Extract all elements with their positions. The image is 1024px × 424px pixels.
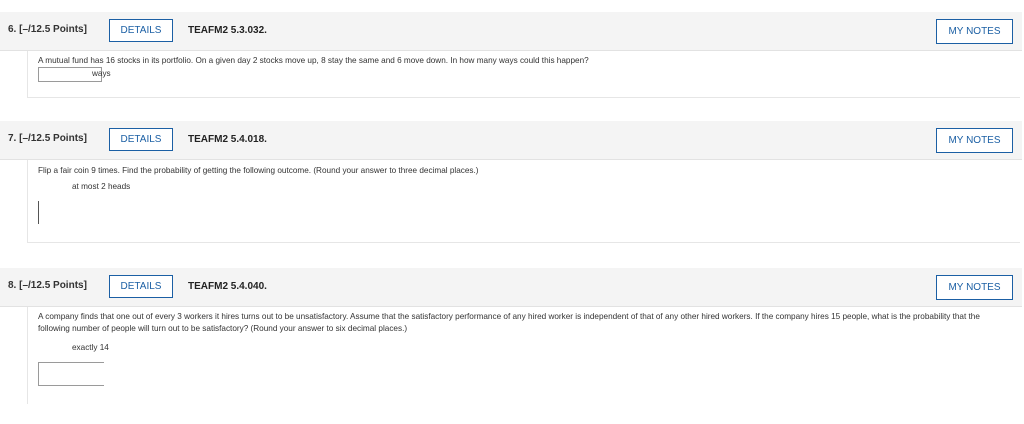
question-text: A company finds that one out of every 3 …: [38, 312, 980, 333]
question-body: A mutual fund has 16 stocks in its portf…: [27, 51, 1020, 98]
outcome-label: exactly 14: [72, 343, 109, 352]
answer-input-caret[interactable]: [38, 201, 39, 224]
question-body: Flip a fair coin 9 times. Find the proba…: [27, 160, 1020, 243]
details-button[interactable]: DETAILS: [109, 19, 173, 42]
question-code: TEAFM2 5.4.040.: [188, 281, 267, 292]
question-body: A company finds that one out of every 3 …: [27, 307, 1020, 404]
question-7: 7. [–/12.5 Points] DETAILS TEAFM2 5.4.01…: [0, 121, 1024, 243]
question-header: 8. [–/12.5 Points] DETAILS TEAFM2 5.4.04…: [0, 268, 1022, 307]
question-text: A mutual fund has 16 stocks in its portf…: [38, 56, 589, 65]
unit-label: ways: [92, 69, 111, 78]
question-8: 8. [–/12.5 Points] DETAILS TEAFM2 5.4.04…: [0, 268, 1024, 404]
question-number: 6. [–/12.5 Points]: [8, 24, 87, 35]
question-number: 8. [–/12.5 Points]: [8, 280, 87, 291]
question-header: 7. [–/12.5 Points] DETAILS TEAFM2 5.4.01…: [0, 121, 1022, 160]
answer-input[interactable]: [38, 362, 104, 386]
question-header: 6. [–/12.5 Points] DETAILS TEAFM2 5.3.03…: [0, 12, 1022, 51]
question-6: 6. [–/12.5 Points] DETAILS TEAFM2 5.3.03…: [0, 12, 1024, 98]
details-button[interactable]: DETAILS: [109, 275, 173, 298]
question-number: 7. [–/12.5 Points]: [8, 133, 87, 144]
my-notes-button[interactable]: MY NOTES: [936, 128, 1013, 153]
question-code: TEAFM2 5.3.032.: [188, 25, 267, 36]
question-code: TEAFM2 5.4.018.: [188, 134, 267, 145]
question-text: Flip a fair coin 9 times. Find the proba…: [38, 166, 479, 175]
my-notes-button[interactable]: MY NOTES: [936, 275, 1013, 300]
my-notes-button[interactable]: MY NOTES: [936, 19, 1013, 44]
outcome-label: at most 2 heads: [72, 182, 131, 191]
details-button[interactable]: DETAILS: [109, 128, 173, 151]
